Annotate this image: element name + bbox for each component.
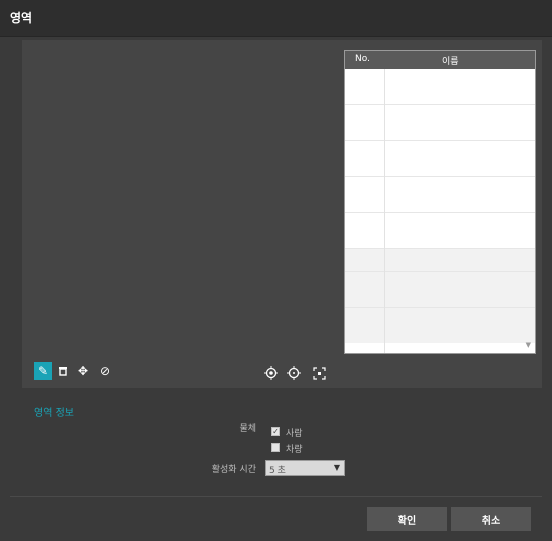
activation-time-label: 활성화 시간: [211, 465, 256, 475]
area-info-title: 영역 정보: [34, 408, 74, 419]
column-header-name: 이름: [442, 57, 459, 67]
table-row[interactable]: [345, 69, 535, 105]
vehicle-checkbox[interactable]: [271, 443, 280, 452]
column-header-no: No.: [355, 54, 370, 64]
scroll-down-icon[interactable]: ▼: [526, 341, 531, 349]
target-outline-icon[interactable]: [285, 364, 303, 382]
activation-time-select[interactable]: 5 초 ▼: [265, 460, 345, 476]
title-bar: 영역: [0, 0, 552, 37]
person-checkbox[interactable]: ✓: [271, 427, 280, 436]
table-row[interactable]: [345, 141, 535, 177]
area-list-table[interactable]: No. 이름 ▼: [344, 50, 536, 354]
table-row[interactable]: [345, 105, 535, 141]
table-row[interactable]: [345, 272, 535, 308]
draw-icon[interactable]: ✎: [34, 362, 52, 380]
object-label: 물체: [239, 424, 256, 434]
footer-divider: [10, 496, 542, 497]
ok-button[interactable]: 확인: [367, 507, 447, 531]
cancel-button[interactable]: 취소: [451, 507, 531, 531]
person-label: 사람: [286, 429, 303, 439]
table-row[interactable]: [345, 177, 535, 213]
table-header: No. 이름: [345, 51, 535, 69]
fit-screen-icon[interactable]: [310, 364, 328, 382]
table-row[interactable]: [345, 249, 535, 272]
vehicle-label: 차량: [286, 445, 303, 455]
move-icon[interactable]: ✥: [74, 362, 92, 380]
chevron-down-icon: ▼: [333, 463, 340, 472]
page-title: 영역: [10, 11, 33, 25]
activation-time-value: 5 초: [269, 466, 286, 476]
column-divider: [384, 69, 385, 353]
clear-icon[interactable]: ⊘: [96, 362, 114, 380]
delete-icon[interactable]: [54, 362, 72, 380]
table-row[interactable]: [345, 308, 535, 343]
target-icon[interactable]: [262, 364, 280, 382]
table-row[interactable]: [345, 213, 535, 249]
